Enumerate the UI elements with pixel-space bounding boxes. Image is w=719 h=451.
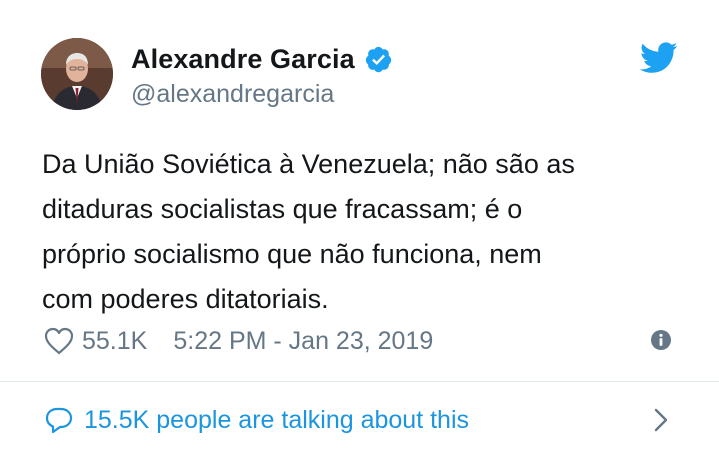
heart-icon[interactable]	[44, 327, 74, 355]
author-display-name[interactable]: Alexandre Garcia	[131, 44, 355, 75]
tweet-text-line: Da União Soviética à Venezuela; não são …	[42, 149, 575, 179]
twitter-bird-icon[interactable]	[640, 42, 678, 74]
tweet-text-line: ditaduras socialistas que fracassam; é o	[42, 194, 523, 224]
tweet-text-line: próprio socialismo que não funciona, nem	[42, 239, 542, 269]
info-icon[interactable]	[650, 329, 672, 351]
tweet-card: Alexandre Garcia @alexandregarcia Da Uni…	[0, 0, 719, 451]
chevron-right-icon[interactable]	[650, 406, 672, 434]
tweet-text: Da União Soviética à Venezuela; não são …	[42, 142, 682, 322]
divider	[0, 381, 719, 382]
verified-badge-icon	[364, 45, 393, 74]
like-count: 55.1K	[82, 326, 148, 355]
conversation-link[interactable]: 15.5K people are talking about this	[84, 406, 469, 435]
speech-bubble-icon	[44, 406, 74, 434]
author-handle[interactable]: @alexandregarcia	[131, 80, 334, 109]
tweet-meta-row: 55.1K 5:22 PM - Jan 23, 2019	[44, 324, 674, 358]
tweet-text-line: com poderes ditatoriais.	[42, 284, 329, 314]
author-name-row: Alexandre Garcia	[131, 42, 393, 76]
conversation-row[interactable]: 15.5K people are talking about this	[44, 402, 674, 438]
avatar[interactable]	[41, 38, 113, 110]
tweet-timestamp[interactable]: 5:22 PM - Jan 23, 2019	[173, 327, 433, 356]
avatar-image	[41, 38, 113, 110]
